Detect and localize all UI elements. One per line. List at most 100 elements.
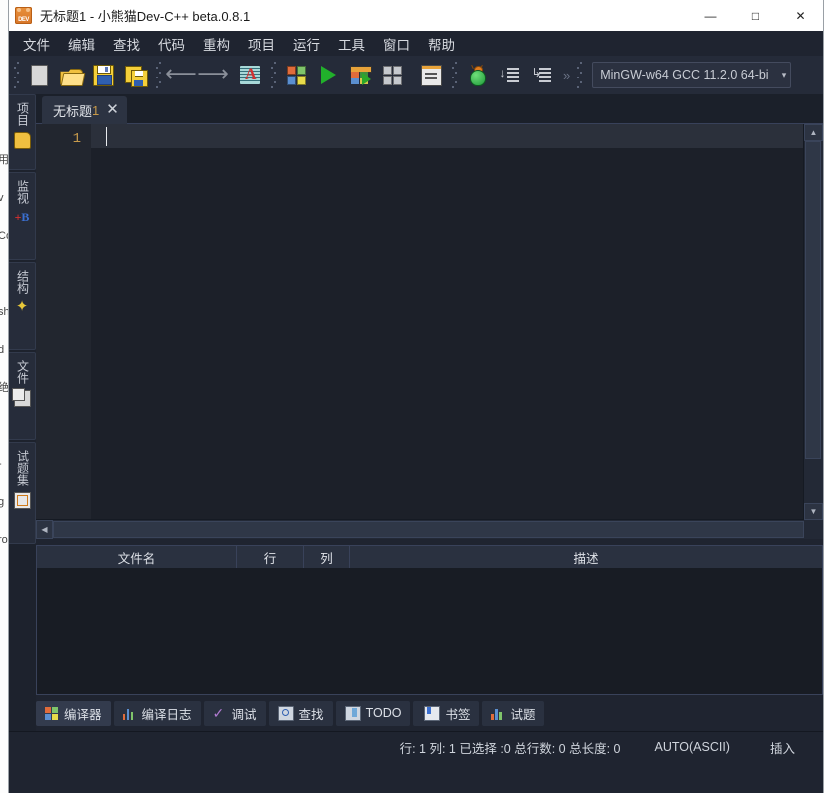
save-button[interactable] [88, 60, 118, 90]
background-bleed-line: g [0, 496, 5, 508]
scroll-down-button[interactable]: ▼ [804, 503, 823, 520]
bottom-tab-problems[interactable]: 试题 [482, 700, 545, 726]
bottom-tab-todo[interactable]: TODO [335, 700, 411, 726]
run-play-icon [320, 66, 336, 84]
menu-edit[interactable]: 编辑 [59, 31, 104, 57]
menu-code[interactable]: 代码 [149, 31, 194, 57]
menu-project[interactable]: 项目 [239, 31, 284, 57]
problem-set-icon [13, 492, 31, 509]
sidebar-tab-watch[interactable]: 监视 +B [9, 172, 36, 260]
toolbar-separator-4 [575, 62, 583, 88]
compiler-set-dropdown[interactable]: MinGW-w64 GCC 11.2.0 64-bi ▾ [592, 62, 792, 88]
menu-tools[interactable]: 工具 [329, 31, 374, 57]
new-file-icon [30, 64, 48, 86]
bottom-tab-bookmark[interactable]: 书签 [413, 700, 480, 726]
window-controls: — □ ✕ [688, 0, 823, 31]
sidebar-tab-structure[interactable]: 结构 ✦ [9, 262, 36, 350]
rebuild-icon [382, 65, 402, 85]
toolbar-separator-2 [269, 62, 277, 88]
rebuild-button[interactable] [377, 60, 407, 90]
window-bottom-filler [9, 761, 823, 793]
menu-window[interactable]: 窗口 [374, 31, 419, 57]
desktop-background: 用vCoshd绝-gro DEV 无标题1 - 小熊猫Dev-C++ beta.… [0, 0, 831, 793]
files-icon [11, 388, 31, 407]
close-icon[interactable]: ✕ [106, 102, 119, 117]
find-button[interactable]: A [235, 60, 265, 90]
column-header-line[interactable]: 行 [237, 546, 304, 568]
new-file-button[interactable] [24, 60, 54, 90]
unindent-button[interactable]: ↳ [526, 60, 556, 90]
structure-icon: ✦ [15, 298, 29, 315]
scroll-left-button[interactable]: ◀ [36, 520, 53, 539]
toolbar-drag-handle[interactable] [12, 62, 20, 88]
status-encoding[interactable]: AUTO(ASCII) [633, 740, 752, 754]
column-header-description[interactable]: 描述 [350, 546, 822, 568]
resize-grip[interactable] [805, 740, 819, 754]
background-bleed-line: 绝 [0, 382, 9, 394]
undo-button[interactable]: ⟵ [165, 60, 197, 90]
editor-vertical-scrollbar[interactable]: ▲ ▼ [803, 124, 823, 520]
document-options-icon [420, 64, 442, 86]
editor-tab-bar: 无标题 1 ✕ [36, 94, 823, 124]
minimize-button[interactable]: — [688, 0, 733, 31]
column-header-column[interactable]: 列 [304, 546, 350, 568]
status-bar: 行: 1 列: 1 已选择 :0 总行数: 0 总长度: 0 AUTO(ASCI… [9, 731, 823, 762]
background-bleed-line: d [0, 344, 5, 356]
vscroll-thumb[interactable] [805, 141, 821, 459]
toolbar-overflow-button[interactable]: » [563, 68, 570, 83]
text-caret [106, 127, 107, 146]
menu-bar: 文件 编辑 查找 代码 重构 项目 运行 工具 窗口 帮助 [9, 31, 823, 57]
body-area: 项目 监视 +B 结构 ✦ 文件 试题集 无标题 1 ✕ 1 ▲ ▼ ◀ 文件名… [9, 94, 823, 731]
editor-tab-label: 无标题 [53, 103, 93, 119]
menu-refactor[interactable]: 重构 [194, 31, 239, 57]
issues-table-header: 文件名 行 列 描述 [37, 546, 822, 569]
bottom-tab-todo-label: TODO [365, 706, 402, 720]
compile-run-icon [350, 65, 372, 85]
sidebar-tab-problemset[interactable]: 试题集 [9, 442, 36, 544]
bottom-tab-debug[interactable]: ✓ 调试 [203, 700, 266, 726]
editor-tab-untitled1[interactable]: 无标题 1 ✕ [42, 96, 127, 124]
save-all-button[interactable] [120, 60, 150, 90]
menu-run[interactable]: 运行 [284, 31, 329, 57]
column-header-filename[interactable]: 文件名 [37, 546, 237, 568]
open-file-button[interactable] [56, 60, 86, 90]
compile-button[interactable] [281, 60, 311, 90]
options-button[interactable] [416, 60, 446, 90]
compile-run-button[interactable] [345, 60, 375, 90]
arrow-right-icon: ⟶ [197, 62, 229, 87]
hscroll-thumb[interactable] [53, 521, 804, 538]
status-cursor-position: 行: 1 列: 1 已选择 :0 总行数: 0 总长度: 0 [399, 741, 621, 756]
run-button[interactable] [313, 60, 343, 90]
chevron-down-icon: ▾ [781, 69, 787, 80]
indent-button[interactable]: ↓ [494, 60, 524, 90]
redo-button[interactable]: ⟶ [197, 60, 229, 90]
sidebar-tab-files[interactable]: 文件 [9, 352, 36, 440]
code-editor[interactable]: 1 ▲ ▼ ◀ [36, 124, 823, 539]
vscroll-track[interactable] [804, 141, 823, 503]
bottom-tab-bar: 编译器 编译日志 ✓ 调试 查找 TODO 书签 试题 [36, 698, 823, 728]
menu-help[interactable]: 帮助 [419, 31, 464, 57]
issues-table[interactable]: 文件名 行 列 描述 [36, 545, 823, 695]
maximize-button[interactable]: □ [733, 0, 778, 31]
bottom-tab-search[interactable]: 查找 [268, 700, 333, 726]
editor-region: 无标题 1 ✕ 1 ▲ ▼ ◀ [36, 94, 823, 539]
editor-horizontal-scrollbar[interactable]: ◀ [36, 519, 804, 539]
status-insert-mode[interactable]: 插入 [752, 738, 805, 757]
menu-file[interactable]: 文件 [14, 31, 59, 57]
arrow-left-icon: ⟵ [165, 62, 197, 87]
sidebar-tab-project[interactable]: 项目 [9, 94, 36, 170]
watch-variables-icon: +B [14, 210, 30, 224]
bottom-tab-compile-log[interactable]: 编译日志 [113, 700, 201, 726]
background-bleed-line: - [0, 454, 2, 474]
debug-button[interactable] [462, 60, 492, 90]
line-number-gutter: 1 [36, 124, 91, 520]
bottom-tab-compiler[interactable]: 编译器 [36, 700, 111, 726]
save-all-icon [124, 65, 148, 87]
issues-table-body[interactable] [37, 568, 822, 694]
close-button[interactable]: ✕ [778, 0, 823, 31]
indent-icon: ↓ [500, 67, 519, 84]
toolbar: ⟵ ⟶ A ↓ ↳ » MinGW-w64 GCC 11.2.0 64-bi ▾ [9, 56, 823, 95]
scroll-up-button[interactable]: ▲ [804, 124, 823, 141]
sidebar-tab-files-label: 文件 [15, 360, 30, 384]
menu-search[interactable]: 查找 [104, 31, 149, 57]
